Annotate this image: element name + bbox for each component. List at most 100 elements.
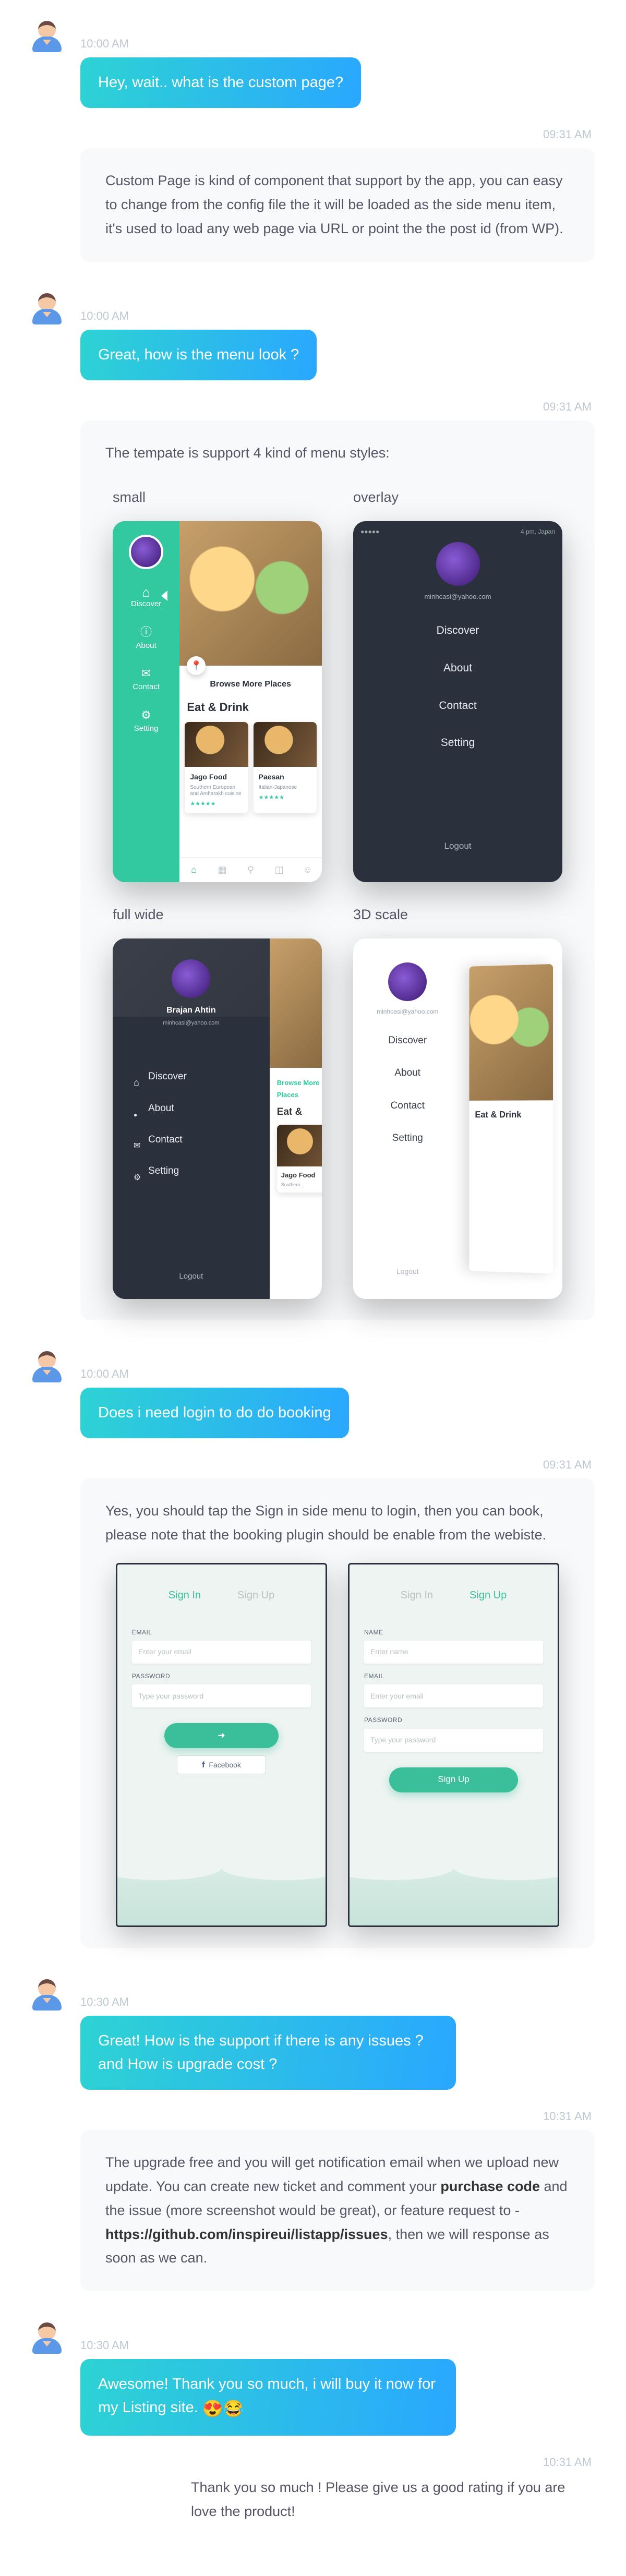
name-input[interactable]: Enter name <box>364 1641 543 1664</box>
profile-avatar <box>436 542 480 586</box>
menu-style-label-full: full wide <box>113 903 322 927</box>
menu-item-discover[interactable]: Discover <box>388 1032 427 1049</box>
logout-link[interactable]: Logout <box>179 1270 203 1283</box>
tab-signup[interactable]: Sign Up <box>237 1586 274 1604</box>
menu-item-contact[interactable]: Contact <box>134 1124 249 1155</box>
profile-email: minhcasi@yahoo.com <box>163 1018 219 1028</box>
user-tab-icon[interactable]: ☺ <box>293 858 322 882</box>
listing-card[interactable]: Paesan Italian-Japanese ★★★★★ <box>254 722 317 813</box>
user-avatar <box>31 293 63 324</box>
reply-timestamp: 09:31 AM <box>31 1456 595 1473</box>
menu-item-setting[interactable]: Setting <box>134 1155 249 1187</box>
timestamp: 10:00 AM <box>80 1365 129 1382</box>
tab-signin[interactable]: Sign In <box>401 1586 433 1604</box>
signup-button[interactable]: Sign Up <box>389 1767 518 1792</box>
mail-icon <box>134 1137 139 1142</box>
outgoing-bubble: Awesome! Thank you so much, i will buy i… <box>80 2359 456 2436</box>
password-input[interactable]: Type your password <box>132 1684 311 1707</box>
side-rail: Discover About Contact Setting <box>113 521 179 882</box>
logout-link[interactable]: Logout <box>444 839 472 854</box>
reply-timestamp: 10:31 AM <box>31 2108 595 2125</box>
timestamp: 10:30 AM <box>80 1993 129 2011</box>
menu-style-label-scale: 3D scale <box>353 903 562 927</box>
mail-icon <box>139 664 153 677</box>
profile-avatar <box>388 962 427 1001</box>
user-avatar <box>31 2322 63 2354</box>
facebook-button[interactable]: fFacebook <box>177 1755 267 1774</box>
bookmark-tab-icon[interactable]: ◫ <box>265 858 294 882</box>
phone-mock-small: Discover About Contact Setting 📍 Browse … <box>113 521 322 882</box>
reply-timestamp: 09:31 AM <box>31 398 595 415</box>
profile-avatar <box>172 959 210 998</box>
menu-item-contact[interactable]: Contact <box>391 1098 425 1114</box>
reply-bubble: Custom Page is kind of component that su… <box>80 148 595 262</box>
reply-timestamp: 09:31 AM <box>31 126 595 143</box>
password-input[interactable]: Type your password <box>364 1729 543 1752</box>
star-rating: ★★★★★ <box>190 799 243 809</box>
reply-bubble-menu-styles: The tempate is support 4 kind of menu st… <box>80 420 595 1320</box>
outgoing-bubble: Great, how is the menu look ? <box>80 330 317 380</box>
menu-item-contact[interactable]: Contact <box>439 696 476 715</box>
gear-icon <box>134 1169 139 1174</box>
email-input[interactable]: Enter your email <box>364 1684 543 1707</box>
menu-item-about[interactable]: About <box>443 659 472 678</box>
info-icon <box>139 622 153 636</box>
user-avatar <box>31 1979 63 2011</box>
menu-item-about[interactable]: About <box>134 1093 249 1124</box>
listing-card[interactable]: Jago Food Southern European and Amharakh… <box>475 1126 542 1226</box>
email-input[interactable]: Enter your email <box>132 1641 311 1664</box>
reply-bubble-login: Yes, you should tap the Sign in side men… <box>80 1478 595 1948</box>
home-icon <box>134 1075 139 1080</box>
profile-email: minhcasi@yahoo.com <box>377 1006 438 1017</box>
timestamp: 10:30 AM <box>80 2337 129 2354</box>
map-pin-icon[interactable]: 📍 <box>187 656 206 675</box>
star-rating: ★★★★★ <box>259 793 311 803</box>
menu-item-discover[interactable]: Discover <box>437 621 479 640</box>
facebook-icon: f <box>202 1758 204 1772</box>
signin-button[interactable]: ➜ <box>164 1723 279 1748</box>
menu-styles-intro: The tempate is support 4 kind of menu st… <box>105 441 570 465</box>
password-label: PASSWORD <box>132 1671 311 1681</box>
tab-bar: ⌂ ▦ ⚲ ◫ ☺ <box>179 857 322 882</box>
tab-signup[interactable]: Sign Up <box>469 1586 507 1604</box>
home-icon <box>139 581 153 594</box>
name-label: NAME <box>364 1627 543 1638</box>
outgoing-bubble: Does i need login to do do booking <box>80 1388 349 1438</box>
tab-signin[interactable]: Sign In <box>168 1586 201 1604</box>
message-group: 10:00 AM Does i need login to do do book… <box>31 1351 595 1948</box>
emoji: 😍😂 <box>202 2399 244 2418</box>
listing-card[interactable]: Jago Food Southern European and Amharakh… <box>185 722 248 813</box>
reply-text: Thank you so much ! Please give us a goo… <box>188 2476 595 2524</box>
message-group: 10:30 AM Great! How is the support if th… <box>31 1979 595 2291</box>
outgoing-bubble: Hey, wait.. what is the custom page? <box>80 57 361 108</box>
profile-email: minhcasi@yahoo.com <box>424 591 491 603</box>
timestamp: 10:00 AM <box>80 307 129 324</box>
phone-mock-overlay: ●●●●●4 pm, Japan minhcasi@yahoo.com Disc… <box>353 521 562 882</box>
menu-item-setting[interactable]: Setting <box>392 1130 423 1147</box>
gear-icon <box>139 705 153 719</box>
menu-item-setting[interactable]: Setting <box>441 733 475 752</box>
menu-item-discover[interactable]: Discover <box>134 1061 249 1092</box>
rail-item-setting[interactable]: Setting <box>134 705 159 736</box>
dot-icon <box>134 1106 139 1111</box>
section-title: Eat & Drink <box>179 694 322 722</box>
rail-item-discover[interactable]: Discover <box>131 581 161 611</box>
logout-link[interactable]: Logout <box>396 1266 419 1278</box>
user-avatar <box>31 21 63 52</box>
listing-card[interactable]: Jago Food Southern… <box>277 1125 322 1193</box>
password-label: PASSWORD <box>364 1715 543 1725</box>
reply-timestamp: 10:31 AM <box>31 2453 595 2471</box>
search-tab-icon[interactable]: ⚲ <box>236 858 265 882</box>
phone-mock-signup: Sign In Sign Up NAME Enter name EMAIL En… <box>348 1563 559 1927</box>
menu-item-about[interactable]: About <box>394 1065 420 1081</box>
user-avatar <box>31 1351 63 1382</box>
outgoing-bubble: Great! How is the support if there is an… <box>80 2016 456 2090</box>
profile-avatar <box>129 535 163 569</box>
message-group: 10:00 AM Hey, wait.. what is the custom … <box>31 21 595 262</box>
hero-image: 📍 <box>179 521 322 666</box>
rail-item-about[interactable]: About <box>136 622 156 653</box>
home-tab-icon[interactable]: ⌂ <box>179 858 208 882</box>
grid-tab-icon[interactable]: ▦ <box>208 858 237 882</box>
message-group: 10:00 AM Great, how is the menu look ? 0… <box>31 293 595 1320</box>
rail-item-contact[interactable]: Contact <box>133 664 160 694</box>
